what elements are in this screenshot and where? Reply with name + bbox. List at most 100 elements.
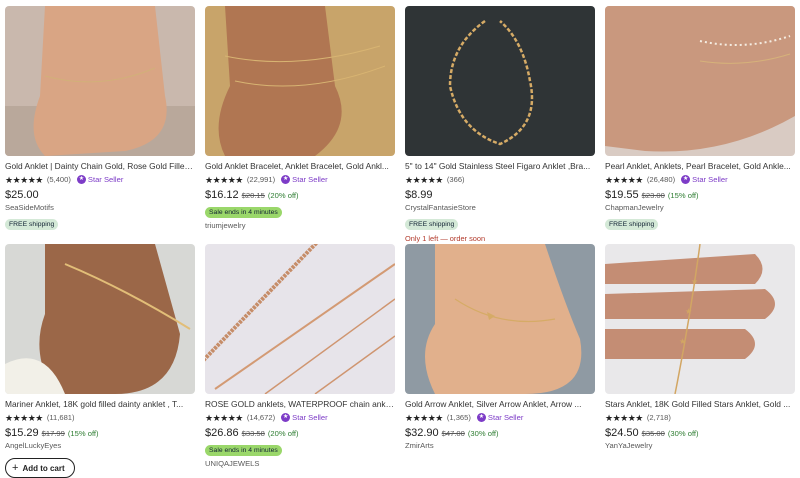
original-price: $35.00: [641, 429, 665, 438]
anklet-photo: [405, 244, 595, 394]
svg-text:★: ★: [691, 277, 698, 286]
rating-stars: ★★★★★: [605, 174, 643, 185]
price: $8.99: [405, 189, 433, 201]
sale-badge: Sale ends in 4 minutes: [205, 445, 282, 456]
product-card[interactable]: Gold Anklet | Dainty Chain Gold, Rose Go…: [5, 6, 195, 231]
review-count: (11,681): [46, 413, 75, 422]
review-count: (22,991): [246, 175, 276, 184]
add-to-cart-button[interactable]: + Add to cart: [5, 458, 75, 478]
discount-label: (20% off): [267, 429, 299, 438]
rating-stars: ★★★★★: [205, 412, 243, 423]
review-count: (2,718): [646, 413, 671, 422]
svg-text:★: ★: [685, 307, 692, 316]
plus-icon: +: [12, 462, 19, 474]
product-grid: Gold Anklet | Dainty Chain Gold, Rose Go…: [0, 0, 800, 478]
product-image[interactable]: [205, 6, 395, 156]
star-seller-label: ★ Star Seller: [281, 413, 328, 422]
star-seller-label: ★ Star Seller: [681, 175, 728, 184]
product-image[interactable]: [405, 244, 595, 394]
discount-label: (15% off): [67, 429, 99, 438]
product-title[interactable]: Gold Anklet Bracelet, Anklet Bracelet, G…: [205, 161, 395, 171]
price-row: $32.90 $47.00 (30% off): [405, 427, 595, 439]
product-card[interactable]: Gold Anklet Bracelet, Anklet Bracelet, G…: [205, 6, 395, 231]
rating-row: ★★★★★ (14,672) ★ Star Seller: [205, 412, 395, 423]
product-card[interactable]: 5" to 14" Gold Stainless Steel Figaro An…: [405, 6, 595, 243]
stock-urgency-note: Only 1 left — order soon: [405, 234, 486, 243]
price: $16.12: [205, 189, 239, 201]
star-seller-label: ★ Star Seller: [476, 413, 524, 422]
shop-name[interactable]: ZmirArts: [405, 441, 595, 451]
price: $19.55: [605, 189, 639, 201]
star-seller-badge-icon: ★: [476, 413, 486, 422]
product-title[interactable]: 5" to 14" Gold Stainless Steel Figaro An…: [405, 161, 595, 171]
price-row: $26.86 $33.58 (20% off): [205, 427, 395, 439]
review-count: (26,480): [646, 175, 676, 184]
shop-name[interactable]: AngelLuckyEyes: [5, 441, 195, 451]
rating-stars: ★★★★★: [5, 412, 43, 423]
shop-name[interactable]: SeaSideMotifs: [5, 203, 195, 213]
product-image[interactable]: ★ ★ ★: [605, 244, 795, 394]
shop-name[interactable]: UNIQAJEWELS: [205, 459, 395, 469]
product-title[interactable]: Mariner Anklet, 18K gold filled dainty a…: [5, 399, 195, 409]
rating-row: ★★★★★ (5,400) ★ Star Seller: [5, 174, 195, 185]
star-seller-badge-icon: ★: [281, 413, 291, 422]
product-image[interactable]: [5, 6, 195, 156]
product-image[interactable]: [405, 6, 595, 156]
product-image[interactable]: [605, 6, 795, 156]
rating-stars: ★★★★★: [605, 412, 643, 423]
price-row: $8.99: [405, 189, 595, 201]
price: $15.29: [5, 427, 39, 439]
shop-name[interactable]: ChapmanJewelry: [605, 203, 795, 213]
original-price: $17.99: [41, 429, 65, 438]
anklet-photo: [405, 6, 595, 156]
product-title[interactable]: Pearl Anklet, Anklets, Pearl Bracelet, G…: [605, 161, 795, 171]
rating-row: ★★★★★ (2,718): [605, 412, 795, 423]
product-title[interactable]: Gold Anklet | Dainty Chain Gold, Rose Go…: [5, 161, 195, 171]
rating-row: ★★★★★ (26,480) ★ Star Seller: [605, 174, 795, 185]
rating-row: ★★★★★ (22,991) ★ Star Seller: [205, 174, 395, 185]
rating-stars: ★★★★★: [405, 174, 443, 185]
rating-stars: ★★★★★: [205, 174, 243, 185]
product-card[interactable]: ROSE GOLD anklets, WATERPROOF chain ankl…: [205, 244, 395, 469]
discount-label: (15% off): [667, 191, 699, 200]
review-count: (14,672): [246, 413, 276, 422]
product-card[interactable]: ★ ★ ★ Stars Anklet, 18K Gold Filled Star…: [605, 244, 795, 451]
anklet-photo: [5, 6, 195, 156]
free-shipping-badge: FREE shipping: [605, 219, 659, 230]
original-price: $33.58: [241, 429, 265, 438]
price-row: $16.12 $20.15 (20% off): [205, 189, 395, 201]
original-price: $23.00: [641, 191, 665, 200]
sale-badge: Sale ends in 4 minutes: [205, 207, 282, 218]
chain-photo: [205, 244, 395, 394]
shop-name[interactable]: YanYaJewelry: [605, 441, 795, 451]
svg-text:★: ★: [679, 337, 686, 346]
product-card[interactable]: Pearl Anklet, Anklets, Pearl Bracelet, G…: [605, 6, 795, 231]
rating-stars: ★★★★★: [5, 174, 43, 185]
discount-label: (30% off): [667, 429, 699, 438]
rating-stars: ★★★★★: [405, 412, 443, 423]
shop-name[interactable]: triumjewelry: [205, 221, 395, 231]
product-card[interactable]: Mariner Anklet, 18K gold filled dainty a…: [5, 244, 195, 478]
rating-row: ★★★★★ (366): [405, 174, 595, 185]
review-count: (366): [446, 175, 465, 184]
price: $32.90: [405, 427, 439, 439]
price: $25.00: [5, 189, 39, 201]
anklet-photo: [605, 6, 795, 156]
product-card[interactable]: Gold Arrow Anklet, Silver Arrow Anklet, …: [405, 244, 595, 451]
product-image[interactable]: [5, 244, 195, 394]
product-image[interactable]: [205, 244, 395, 394]
original-price: $47.00: [441, 429, 465, 438]
product-title[interactable]: Gold Arrow Anklet, Silver Arrow Anklet, …: [405, 399, 595, 409]
review-count: (5,400): [46, 175, 71, 184]
star-seller-badge-icon: ★: [281, 175, 291, 184]
price-row: $25.00: [5, 189, 195, 201]
review-count: (1,365): [446, 413, 471, 422]
shop-name[interactable]: CrystalFantasieStore: [405, 203, 595, 213]
star-seller-label: ★ Star Seller: [281, 175, 328, 184]
discount-label: (30% off): [467, 429, 499, 438]
price: $26.86: [205, 427, 239, 439]
discount-label: (20% off): [267, 191, 299, 200]
product-title[interactable]: Stars Anklet, 18K Gold Filled Stars Ankl…: [605, 399, 795, 409]
product-title[interactable]: ROSE GOLD anklets, WATERPROOF chain ankl…: [205, 399, 395, 409]
star-seller-badge-icon: ★: [681, 175, 691, 184]
